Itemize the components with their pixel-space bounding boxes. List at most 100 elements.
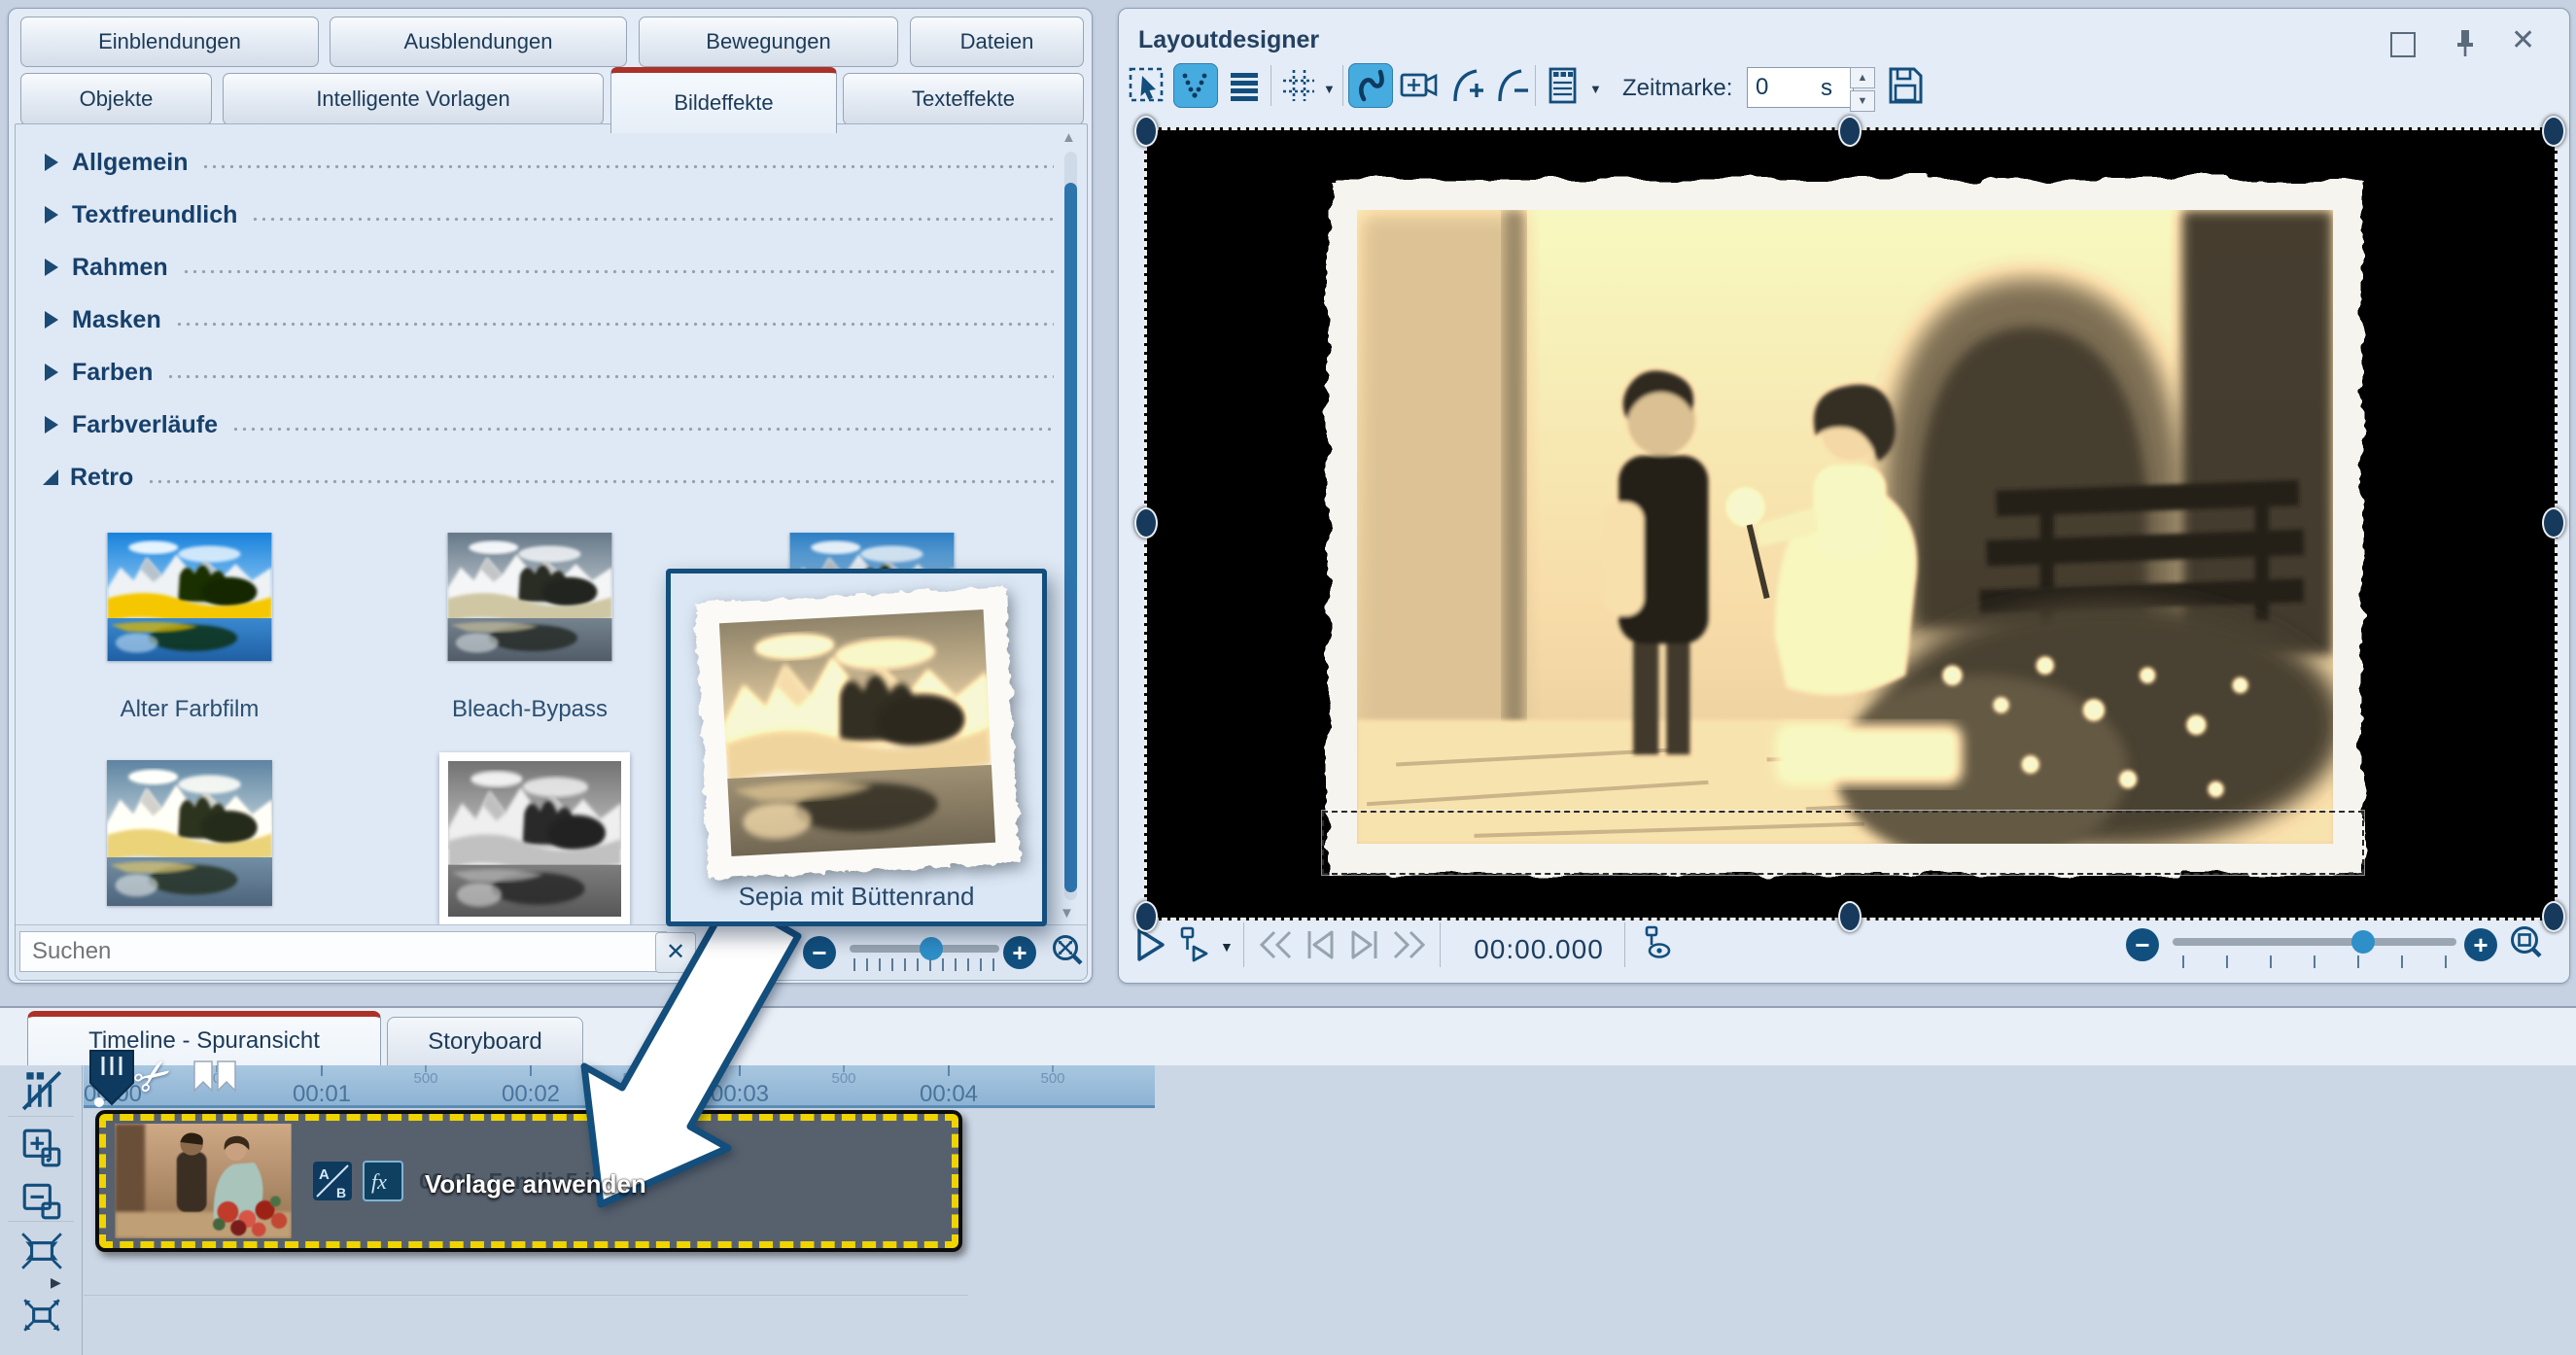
resize-handle-bottom-left[interactable] [1134,901,1158,932]
effect-preview-card-sepia[interactable]: Sepia mit Büttenrand [666,569,1047,926]
resize-handle-top-center[interactable] [1838,116,1862,147]
canvas-zoom-slider[interactable] [2173,938,2456,946]
thumbnail-size-slider[interactable] [850,945,999,953]
remove-keyframe-curve-icon[interactable] [1490,63,1535,108]
tab-label: Bildeffekte [674,90,773,116]
save-keyframes-icon[interactable] [1883,63,1928,108]
tab-bildeffekte-active[interactable]: Bildeffekte [610,67,837,133]
resize-handle-mid-right[interactable] [2542,507,2565,539]
layout-canvas[interactable] [1144,127,2558,921]
tab-intelligente-vorlagen[interactable]: Intelligente Vorlagen [223,73,604,125]
zeitmarke-input[interactable] [1747,67,1854,108]
select-tool-icon[interactable] [1125,63,1169,108]
category-label: Rahmen [72,254,168,282]
tab-ausblendungen[interactable]: Ausblendungen [330,17,627,67]
optimize-view-icon[interactable] [19,1229,64,1273]
fx-effects-icon[interactable]: fx [363,1161,403,1201]
fit-zoom-icon[interactable] [2505,922,2550,967]
zeitmarke-unit: s [1821,75,1832,102]
table-dropdown-icon[interactable]: ▼ [1589,83,1602,95]
category-masken[interactable]: Masken [33,294,1054,346]
effect-label: Alter Farbfilm [87,696,292,723]
resize-handle-bottom-right[interactable] [2542,901,2565,932]
zeitmarke-spinner[interactable]: ▲ ▼ [1850,67,1875,112]
scroll-down-icon[interactable]: ▼ [1060,906,1074,921]
scroll-up-icon[interactable]: ▲ [1062,130,1076,145]
canvas-zoom-out-button[interactable]: − [2126,928,2159,961]
ab-transition-icon[interactable]: A B [312,1161,353,1201]
tab-texteffekte[interactable]: Texteffekte [843,73,1084,125]
effect-thumb-retro-faded[interactable] [107,760,272,906]
movement-path-tool-icon[interactable] [1348,63,1393,108]
playhead-marker[interactable] [89,1048,134,1108]
category-label: Retro [70,464,133,492]
sepia-photo-deckle-frame[interactable] [1314,167,2376,886]
category-rahmen[interactable]: Rahmen [33,241,1054,294]
scrollbar-thumb[interactable] [1064,183,1077,892]
pin-icon[interactable] [2453,28,2478,59]
slider-thumb[interactable] [2351,930,2375,954]
tab-bewegungen[interactable]: Bewegungen [639,17,898,67]
category-textfreundlich[interactable]: Textfreundlich [33,189,1054,241]
spin-down-icon[interactable]: ▼ [1850,90,1875,112]
effect-thumb-frame[interactable] [439,752,630,925]
resize-handle-mid-left[interactable] [1134,507,1158,539]
tab-label: Intelligente Vorlagen [316,87,509,112]
play-range-button[interactable] [1173,922,1216,967]
tab-label: Ausblendungen [404,29,553,54]
expand-view-icon[interactable] [19,1293,64,1338]
category-farbverlaeufe[interactable]: Farbverläufe [33,399,1054,451]
svg-text:fx: fx [371,1169,387,1194]
tab-timeline-spuransicht-active[interactable]: Timeline - Spuransicht [27,1011,381,1065]
grid-tool-icon[interactable] [1276,63,1321,108]
spin-up-icon[interactable]: ▲ [1850,67,1875,88]
dotted-leader [166,374,1054,379]
keyframe-curve-tool-icon[interactable] [1173,63,1218,108]
effect-thumb-alter-farbfilm[interactable] [107,533,272,661]
tab-objekte[interactable]: Objekte [20,73,212,125]
track-height-increase-icon[interactable] [19,1126,64,1170]
zeitmarke-label: Zeitmarke: [1622,75,1732,102]
svg-text:B: B [336,1185,346,1200]
canvas-zoom-in-button[interactable]: + [2464,928,2497,961]
object-display-mode-icon[interactable] [19,1067,64,1112]
grid-dropdown-icon[interactable]: ▼ [1323,83,1336,95]
effect-thumb-grayscale[interactable] [448,761,621,917]
transport-divider [1243,922,1244,967]
camera-pan-tool-icon[interactable] [1397,63,1442,108]
category-retro-expanded[interactable]: Retro [33,451,1054,504]
chevron-right-icon [45,416,58,434]
parameter-table-icon[interactable] [1541,63,1585,108]
category-farben[interactable]: Farben [33,346,1054,399]
track-list-icon[interactable] [1222,63,1267,108]
toolbar-divider [8,1221,74,1222]
skip-backward-button[interactable] [1253,922,1298,967]
flyout-arrow-icon[interactable]: ▶ [51,1275,61,1289]
add-keyframe-curve-icon[interactable] [1445,63,1490,108]
tab-dateien[interactable]: Dateien [910,17,1084,67]
previous-frame-button[interactable] [1298,922,1342,967]
close-icon[interactable]: ✕ [2511,26,2535,55]
tab-einblendungen[interactable]: Einblendungen [20,17,319,67]
tab-label: Objekte [80,87,154,112]
slider-ticks [2182,955,2447,968]
slider-thumb[interactable] [920,937,943,960]
zoom-in-thumbnails-button[interactable]: + [1003,936,1036,969]
resize-handle-bottom-center[interactable] [1838,901,1862,932]
dotted-leader [201,164,1054,169]
play-options-dropdown-icon[interactable]: ▼ [1220,940,1234,954]
effect-thumb-bleach-bypass[interactable] [447,533,612,661]
track-height-decrease-icon[interactable] [19,1178,64,1223]
maximize-preview-icon[interactable] [1048,931,1089,972]
skip-forward-button[interactable] [1387,922,1432,967]
maximize-icon[interactable] [2390,32,2416,57]
next-frame-button[interactable] [1342,922,1387,967]
resize-handle-top-left[interactable] [1134,116,1158,147]
marker-preview-icon[interactable] [1636,922,1681,967]
resize-handle-top-right[interactable] [2542,116,2565,147]
text-placeholder-box[interactable] [1322,811,2364,875]
toolbar-divider [1342,65,1343,106]
range-flags-icon[interactable] [192,1060,239,1094]
ruler-tick [948,1065,950,1076]
category-allgemein[interactable]: Allgemein [33,136,1054,189]
